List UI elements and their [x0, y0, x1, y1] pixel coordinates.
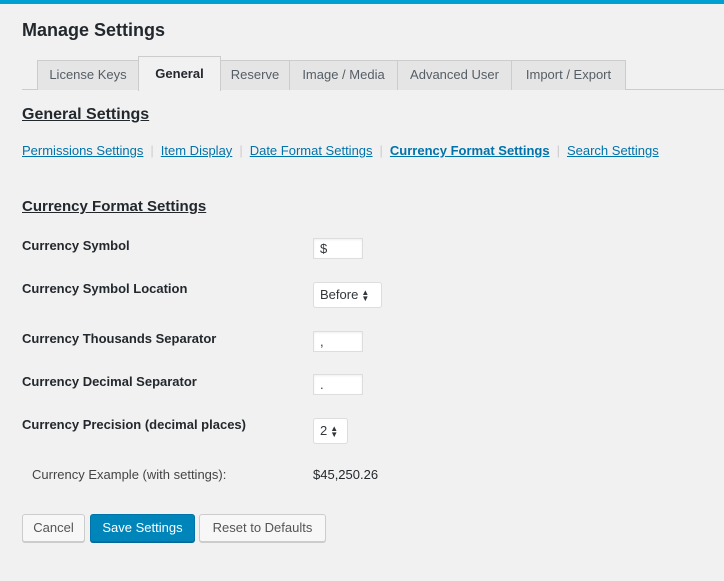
save-settings-button[interactable]: Save Settings — [90, 514, 195, 542]
subnav-permissions-settings[interactable]: Permissions Settings — [22, 143, 143, 158]
subnav-date-format-settings[interactable]: Date Format Settings — [250, 143, 373, 158]
section-title: General Settings — [22, 106, 150, 123]
tab-image-media[interactable]: Image / Media — [289, 60, 398, 90]
currency-example-value: $45,250.26 — [313, 467, 379, 482]
subnav-search-settings[interactable]: Search Settings — [567, 143, 659, 158]
cancel-button[interactable]: Cancel — [22, 514, 85, 542]
currency-symbol-location-label: Currency Symbol Location — [22, 281, 188, 296]
tab-general[interactable]: General — [138, 56, 221, 91]
currency-decimal-separator-input[interactable]: . — [313, 374, 363, 395]
admin-top-bar — [0, 0, 724, 4]
subnav-separator: | — [150, 143, 154, 158]
subnav-separator: | — [556, 143, 560, 158]
tab-advanced-user[interactable]: Advanced User — [397, 60, 512, 90]
currency-precision-select[interactable]: 2 ▲ ▼ — [313, 418, 348, 444]
subnav-separator: | — [239, 143, 243, 158]
tab-license-keys[interactable]: License Keys — [37, 60, 139, 90]
select-arrows-icon: ▲ ▼ — [330, 423, 339, 439]
currency-example-label: Currency Example (with settings): — [32, 467, 227, 482]
currency-precision-value: 2 — [320, 423, 328, 438]
settings-tabs: License Keys General Reserve Image / Med… — [22, 56, 724, 91]
currency-symbol-location-value: Before — [320, 287, 359, 302]
currency-thousands-separator-input[interactable]: , — [313, 331, 363, 352]
subnav-item-display[interactable]: Item Display — [161, 143, 233, 158]
reset-to-defaults-button[interactable]: Reset to Defaults — [199, 514, 326, 542]
tab-import-export[interactable]: Import / Export — [511, 60, 626, 90]
settings-subnav: Permissions Settings | Item Display | Date F… — [22, 143, 659, 161]
currency-format-title: Currency Format Settings — [22, 198, 207, 215]
subnav-currency-format-settings[interactable]: Currency Format Settings — [390, 143, 550, 158]
currency-symbol-input[interactable]: $ — [313, 238, 363, 259]
currency-decimal-separator-label: Currency Decimal Separator — [22, 374, 197, 389]
currency-precision-label: Currency Precision (decimal places) — [22, 417, 246, 432]
currency-symbol-location-select[interactable]: Before ▲ ▼ — [313, 282, 382, 308]
tab-reserve[interactable]: Reserve — [220, 60, 290, 90]
page-title: Manage Settings — [22, 20, 166, 40]
select-arrows-icon: ▲ ▼ — [361, 287, 370, 303]
subnav-separator: | — [379, 143, 383, 158]
currency-symbol-label: Currency Symbol — [22, 238, 130, 253]
currency-thousands-separator-label: Currency Thousands Separator — [22, 331, 217, 346]
